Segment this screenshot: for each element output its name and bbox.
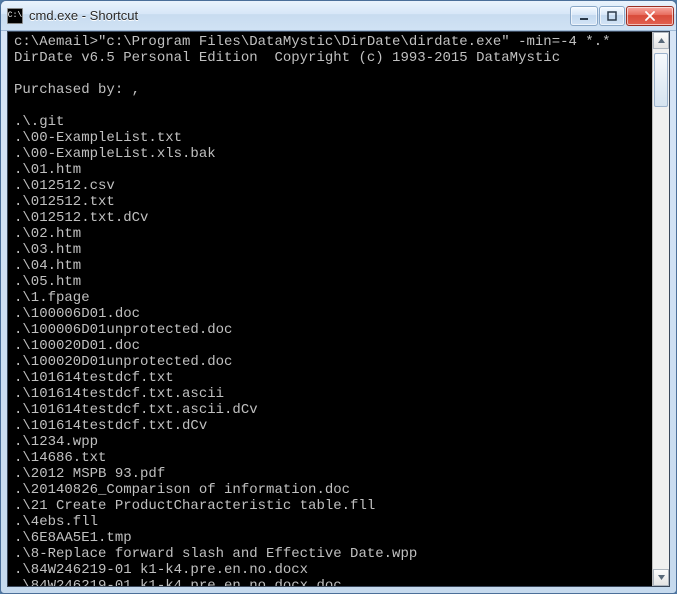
app-window: C:\ cmd.exe - Shortcut c:\Aemail>"c:\Pro… bbox=[0, 0, 677, 594]
maximize-icon bbox=[607, 11, 617, 21]
window-controls bbox=[570, 6, 674, 26]
maximize-button[interactable] bbox=[599, 6, 625, 26]
titlebar[interactable]: C:\ cmd.exe - Shortcut bbox=[1, 1, 676, 31]
close-button[interactable] bbox=[626, 6, 674, 26]
minimize-button[interactable] bbox=[570, 6, 598, 26]
scroll-up-button[interactable] bbox=[653, 32, 669, 49]
scroll-down-button[interactable] bbox=[653, 569, 669, 586]
window-title: cmd.exe - Shortcut bbox=[29, 8, 570, 23]
close-icon bbox=[644, 11, 656, 21]
chevron-down-icon bbox=[657, 573, 666, 582]
scroll-thumb[interactable] bbox=[654, 53, 668, 107]
vertical-scrollbar[interactable] bbox=[652, 32, 669, 586]
minimize-icon bbox=[579, 11, 589, 21]
client-area: c:\Aemail>"c:\Program Files\DataMystic\D… bbox=[7, 31, 670, 587]
cmd-icon: C:\ bbox=[7, 8, 23, 24]
chevron-up-icon bbox=[657, 36, 666, 45]
console-output[interactable]: c:\Aemail>"c:\Program Files\DataMystic\D… bbox=[8, 32, 652, 586]
scroll-track[interactable] bbox=[653, 49, 669, 569]
